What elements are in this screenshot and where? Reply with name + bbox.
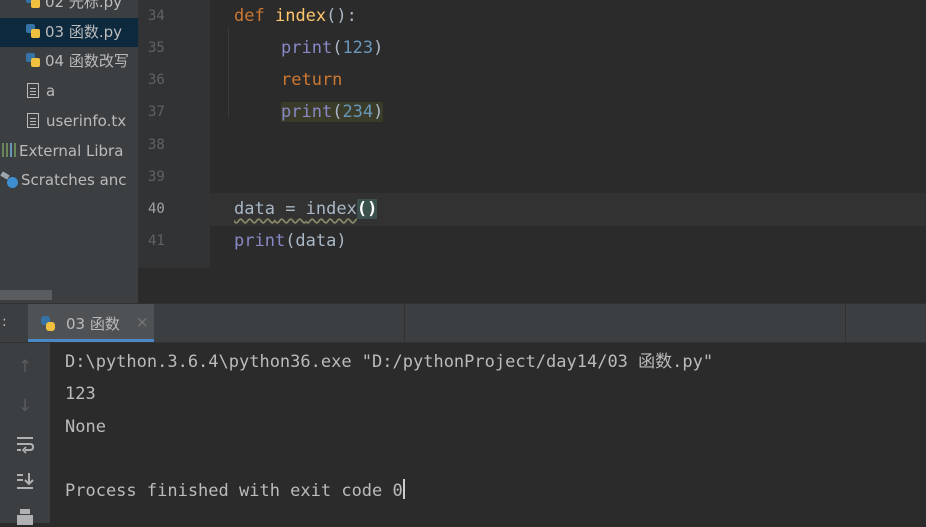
tree-item-label: a	[46, 82, 56, 100]
line-number: 41	[148, 233, 165, 249]
code-operator: =	[274, 199, 306, 219]
function-call: index	[305, 199, 357, 219]
tree-item-label: Scratches anc	[21, 171, 127, 189]
library-icon	[2, 143, 17, 157]
tree-item-03-file[interactable]: 03 函数.py	[0, 18, 138, 47]
keyword-def: def	[234, 6, 265, 26]
tree-item-label: 04 函数改写	[45, 52, 129, 70]
tree-item-userinfo-file[interactable]: userinfo.tx	[27, 107, 126, 136]
console-line: D:\python.3.6.4\python36.exe "D:/pythonP…	[65, 352, 714, 372]
line-number: 37	[148, 104, 165, 120]
code-editor-bottom[interactable]	[138, 268, 926, 303]
project-horizontal-scrollbar[interactable]	[0, 290, 52, 300]
text-caret	[402, 479, 405, 499]
down-arrow-icon[interactable]: ↓	[14, 395, 36, 417]
code-line-41[interactable]: print(data)	[234, 225, 347, 257]
run-header-label: :	[2, 314, 7, 330]
line-number: 39	[148, 169, 165, 185]
python-file-icon	[25, 0, 41, 9]
header-divider	[404, 304, 405, 342]
line-number: 36	[148, 72, 165, 88]
console-line: 123	[65, 384, 96, 404]
code-line-40[interactable]: data = index()	[234, 193, 378, 225]
tree-item-label: userinfo.tx	[46, 112, 127, 130]
tree-item-a-file[interactable]: a	[27, 77, 55, 106]
indent-guide	[228, 28, 229, 118]
console-line-exit: Process finished with exit code 0	[65, 475, 405, 507]
python-file-icon	[25, 23, 41, 39]
code-line-34[interactable]: def index():	[234, 0, 357, 32]
matched-brace: ()	[356, 199, 378, 219]
run-toolbar: ↑ ↓	[0, 343, 50, 525]
code-line-37[interactable]: print(234)	[281, 96, 384, 128]
run-tool-window-header: : 03 函数 ×	[0, 303, 926, 343]
header-divider	[845, 304, 846, 342]
run-console[interactable]: D:\python.3.6.4\python36.exe "D:/pythonP…	[50, 343, 926, 523]
function-name: index	[274, 6, 327, 26]
python-icon	[41, 316, 55, 331]
text-file-icon	[27, 83, 39, 98]
close-icon[interactable]: ×	[136, 313, 149, 331]
scratches-icon	[0, 172, 18, 188]
tab-run-03[interactable]: 03 函数 ×	[28, 304, 154, 342]
scroll-to-end-icon[interactable]	[14, 470, 36, 492]
code-line-35[interactable]: print(123)	[281, 32, 383, 64]
line-number-current: 40	[148, 201, 165, 217]
run-tab-label: 03 函数	[66, 315, 120, 333]
builtin-print: print	[281, 38, 333, 58]
code-punct: (	[332, 38, 343, 58]
code-line-36[interactable]: return	[281, 64, 342, 96]
tree-item-external-libraries[interactable]: External Libra	[2, 137, 123, 166]
line-number: 34	[148, 8, 165, 24]
code-punct: (	[332, 102, 343, 122]
builtin-print: print	[281, 102, 333, 122]
weak-warning-underline: data = index	[234, 199, 357, 219]
keyword-return: return	[281, 70, 343, 90]
tree-item-label: 02 光标.py	[45, 0, 123, 11]
number-literal: 234	[342, 102, 374, 122]
builtin-print: print	[234, 231, 286, 251]
up-arrow-icon[interactable]: ↑	[14, 356, 36, 378]
console-line: None	[65, 417, 106, 437]
line-number-gutter: 34 35 36 37 38 39 40 41	[138, 0, 230, 303]
code-punct: )	[373, 38, 384, 58]
number-literal: 123	[342, 38, 374, 58]
line-number: 35	[148, 40, 165, 56]
tree-item-label: External Libra	[19, 142, 124, 160]
code-punct: )	[373, 102, 384, 122]
print-icon[interactable]	[14, 505, 36, 527]
tree-item-scratches[interactable]: Scratches anc	[0, 166, 127, 195]
project-panel: 02 光标.py 03 函数.py 04 函数改写 a userinfo.tx …	[0, 0, 138, 303]
line-number: 38	[148, 137, 165, 153]
tree-item-label: 03 函数.py	[45, 23, 123, 41]
soft-wrap-icon[interactable]	[14, 433, 36, 455]
code-args: (data)	[285, 231, 347, 251]
unreachable-code: print(234)	[281, 102, 384, 122]
tree-item-04-file[interactable]: 04 函数改写	[25, 47, 129, 76]
variable-data: data	[234, 199, 275, 219]
python-file-icon	[25, 52, 41, 68]
code-punct: ():	[326, 6, 357, 26]
tree-item-02-file[interactable]: 02 光标.py	[25, 0, 122, 17]
text-file-icon	[27, 113, 39, 128]
exit-message: Process finished with exit code 0	[65, 481, 403, 501]
